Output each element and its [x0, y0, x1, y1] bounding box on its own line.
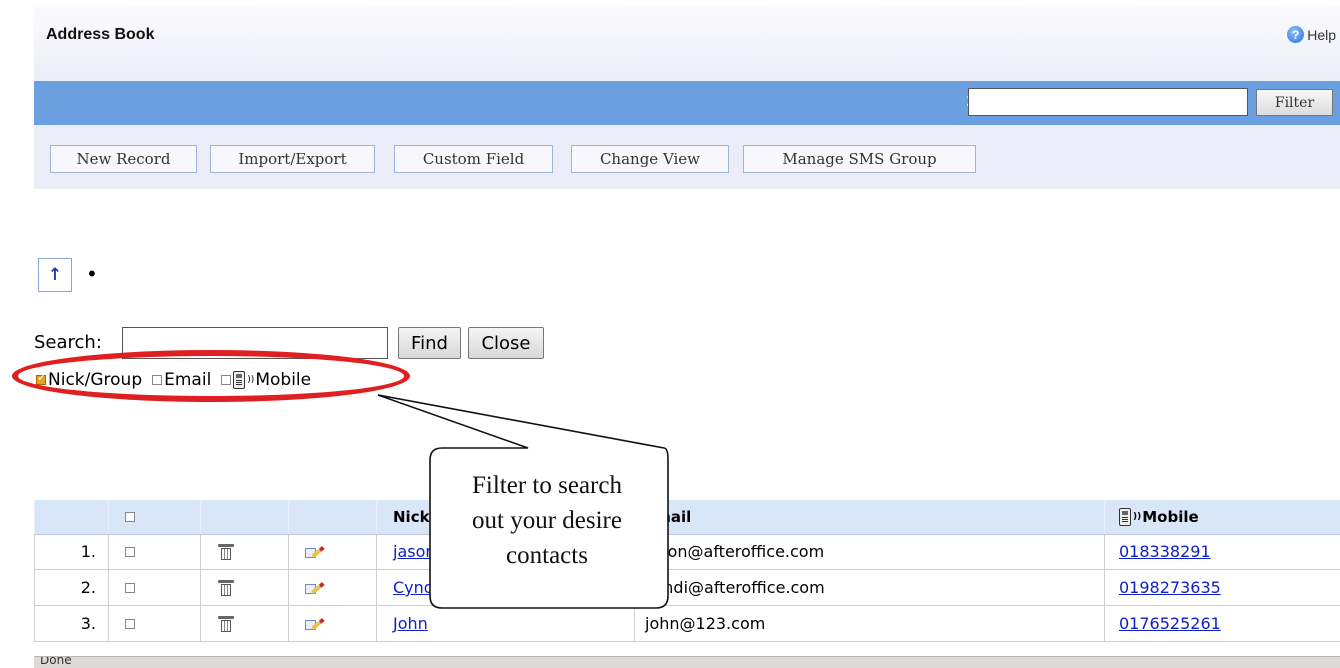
callout-line-1: Filter to search — [472, 472, 622, 499]
callout-line-3: contacts — [506, 542, 588, 569]
status-text: Done — [40, 656, 72, 667]
callout-line-2: out your desire — [472, 507, 622, 534]
status-bar: Done — [34, 656, 1340, 668]
callout-bubble — [377, 394, 669, 609]
callout-text: Filter to search out your desire contact… — [438, 468, 656, 573]
